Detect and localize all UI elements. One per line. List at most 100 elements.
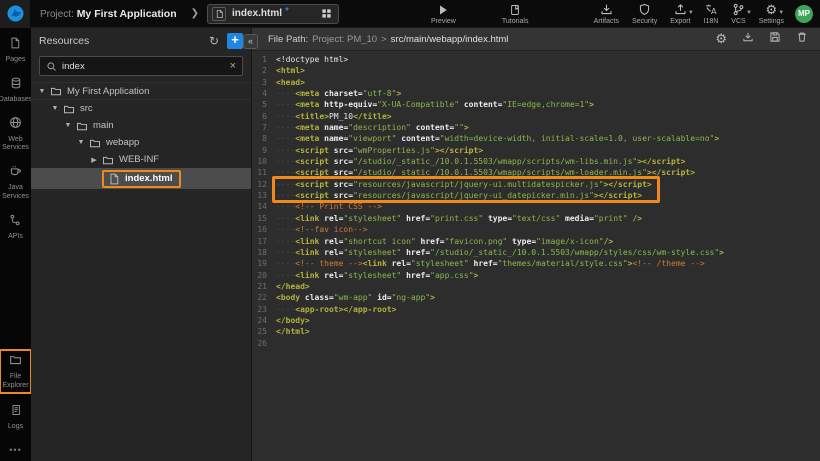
export-button[interactable]: ▼ Export — [670, 3, 690, 25]
folder-icon — [50, 85, 62, 97]
tree-item-web-inf[interactable]: ▶ WEB-INF — [31, 151, 251, 168]
globe-icon — [9, 116, 22, 134]
caret-down-icon[interactable]: ▼ — [37, 88, 47, 95]
tree-item-webapp[interactable]: ▼ webapp — [31, 134, 251, 151]
page-icon — [9, 36, 21, 54]
user-avatar[interactable]: MP — [795, 5, 813, 23]
project-label: Project: — [40, 9, 74, 20]
code-line-7[interactable]: 7····<meta name="description" content=""… — [252, 122, 820, 133]
sidebar-item-java-services[interactable]: JavaServices — [2, 164, 29, 202]
code-line-14[interactable]: 14····<!-- Print CSS --> — [252, 201, 820, 212]
code-line-16[interactable]: 16····<!--fav icon--> — [252, 224, 820, 235]
sidebar-overflow-button[interactable]: ••• — [9, 445, 21, 455]
refresh-icon[interactable]: ↻ — [209, 34, 219, 48]
caret-right-icon[interactable]: ▶ — [89, 156, 99, 164]
preview-button[interactable]: Preview — [431, 3, 456, 25]
tree-item-my-first-application[interactable]: ▼ My First Application — [31, 82, 251, 100]
settings-button[interactable]: ⚙▼ Settings — [759, 3, 784, 25]
code-line-8[interactable]: 8····<meta name="viewport" content="widt… — [252, 133, 820, 144]
code-line-1[interactable]: 1<!doctype html> — [252, 54, 820, 65]
play-icon — [437, 3, 449, 16]
code-line-19[interactable]: 19····<!-- theme --><link rel="styleshee… — [252, 258, 820, 269]
file-path-file: src/main/webapp/index.html — [391, 34, 509, 45]
collapse-panel-button[interactable]: « — [243, 34, 258, 49]
line-number: 16 — [252, 224, 276, 235]
tree-item-label: index.html — [125, 173, 173, 184]
line-number: 8 — [252, 133, 276, 144]
code-line-2[interactable]: 2<html> — [252, 65, 820, 76]
line-number: 19 — [252, 258, 276, 269]
artifacts-label: Artifacts — [594, 18, 619, 25]
search-icon — [46, 61, 57, 72]
line-number: 3 — [252, 77, 276, 88]
add-resource-button[interactable]: + — [227, 33, 243, 49]
caret-down-icon[interactable]: ▼ — [76, 139, 86, 146]
delete-file-button[interactable] — [796, 30, 808, 48]
wavemaker-logo[interactable] — [0, 0, 30, 28]
book-icon — [509, 3, 521, 16]
code-area[interactable]: 1<!doctype html>2<html>3<head>4····<meta… — [252, 51, 820, 461]
tutorials-label: Tutorials — [502, 18, 529, 25]
code-line-18[interactable]: 18····<link rel="stylesheet" href="/stud… — [252, 247, 820, 258]
grid-view-icon[interactable] — [321, 8, 332, 19]
caret-down-icon[interactable]: ▼ — [63, 122, 73, 129]
line-number: 25 — [252, 326, 276, 337]
left-nav-rail: Pages Databases WebServices JavaServices… — [0, 28, 31, 461]
tree-item-label: My First Application — [67, 86, 149, 97]
security-button[interactable]: Security — [632, 3, 657, 25]
sidebar-item-label: Logs — [8, 423, 23, 432]
code-line-12[interactable]: 12····<script src="resources/javascript/… — [252, 179, 820, 190]
sidebar-item-label: WebServices — [2, 136, 29, 154]
log-icon — [10, 403, 22, 421]
code-line-20[interactable]: 20····<link rel="stylesheet" href="app.c… — [252, 270, 820, 281]
shield-icon — [638, 3, 651, 16]
sidebar-item-logs[interactable]: Logs — [8, 403, 23, 432]
code-line-3[interactable]: 3<head> — [252, 77, 820, 88]
code-line-24[interactable]: 24</body> — [252, 315, 820, 326]
code-line-15[interactable]: 15····<link rel="stylesheet" href="print… — [252, 213, 820, 224]
sidebar-item-pages[interactable]: Pages — [6, 36, 26, 65]
code-line-13[interactable]: 13····<script src="resources/javascript/… — [252, 190, 820, 201]
file-path-separator: > — [381, 34, 387, 45]
code-line-10[interactable]: 10····<script src="/studio/_static_/10.0… — [252, 156, 820, 167]
download-file-button[interactable] — [742, 30, 754, 48]
editor-settings-button[interactable]: ⚙ — [715, 30, 727, 48]
folder-icon — [76, 120, 88, 132]
code-line-22[interactable]: 22<body class="wm-app" id="ng-app"> — [252, 292, 820, 303]
code-line-17[interactable]: 17····<link rel="shortcut icon" href="fa… — [252, 236, 820, 247]
sidebar-item-file-explorer[interactable]: FileExplorer — [0, 349, 32, 395]
tree-item-main[interactable]: ▼ main — [31, 117, 251, 134]
file-path-bar: File Path: Project: PM_10 > src/main/web… — [252, 28, 820, 51]
i18n-button[interactable]: A I18N — [704, 3, 719, 25]
search-input[interactable] — [62, 61, 225, 72]
code-line-11[interactable]: 11····<script src="/studio/_static_/10.0… — [252, 167, 820, 178]
save-file-button[interactable] — [769, 30, 781, 48]
code-line-6[interactable]: 6····<title>PM_10</title> — [252, 111, 820, 122]
tab-index-html[interactable]: index.html * — [207, 4, 339, 24]
clear-search-icon[interactable]: × — [230, 60, 236, 72]
tree-item-src[interactable]: ▼ src — [31, 100, 251, 117]
resource-search-box: × — [39, 56, 243, 76]
line-number: 22 — [252, 292, 276, 303]
sidebar-item-apis[interactable]: APIs — [8, 213, 23, 242]
branch-icon: ▼ — [732, 3, 745, 16]
vcs-button[interactable]: ▼ VCS — [731, 3, 745, 25]
artifacts-button[interactable]: Artifacts — [594, 3, 619, 25]
code-line-26[interactable]: 26 — [252, 338, 820, 349]
tutorials-button[interactable]: Tutorials — [502, 3, 529, 25]
annotation-highlight-index-html: index.html — [102, 170, 181, 188]
caret-down-icon[interactable]: ▼ — [50, 105, 60, 112]
sidebar-item-label: Databases — [0, 96, 32, 105]
code-line-9[interactable]: 9····<script src="wmProperties.js"></scr… — [252, 145, 820, 156]
sidebar-item-web-services[interactable]: WebServices — [2, 116, 29, 154]
code-line-25[interactable]: 25</html> — [252, 326, 820, 337]
sidebar-item-databases[interactable]: Databases — [0, 76, 32, 105]
unsaved-indicator: * — [285, 6, 289, 17]
settings-label: Settings — [759, 18, 784, 25]
code-line-5[interactable]: 5····<meta http-equiv="X-UA-Compatible" … — [252, 99, 820, 110]
tree-item-index-html[interactable]: index.html — [31, 168, 251, 189]
code-line-4[interactable]: 4····<meta charset="utf-8"> — [252, 88, 820, 99]
code-line-21[interactable]: 21</head> — [252, 281, 820, 292]
topbar: Project: My First Application ❯ index.ht… — [0, 0, 820, 28]
code-line-23[interactable]: 23····<app-root></app-root> — [252, 304, 820, 315]
